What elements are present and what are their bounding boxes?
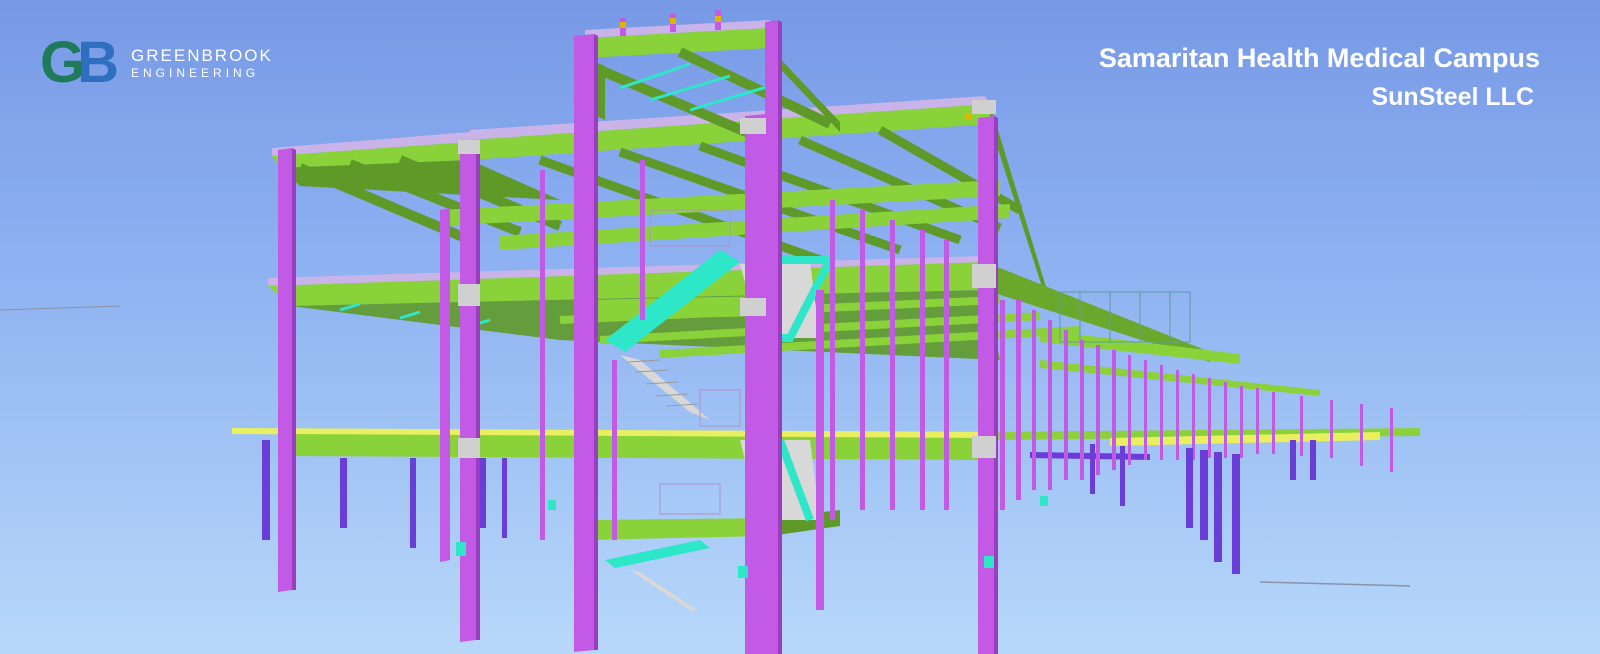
steel-model-render: GB GREENBROOK ENGINEERING Samaritan Heal…: [0, 0, 1600, 654]
project-title-block: Samaritan Health Medical Campus SunSteel…: [1099, 38, 1540, 116]
logo-letter-g: G: [40, 30, 85, 95]
logo-letter-b: B: [77, 30, 119, 95]
project-subtitle: SunSteel LLC: [1371, 83, 1534, 111]
logo-mark-icon: GB: [40, 34, 119, 92]
horizon-line-right: [1259, 581, 1411, 587]
project-title: Samaritan Health Medical Campus: [1098, 43, 1540, 73]
logo-line-1: GREENBROOK: [131, 46, 273, 65]
company-logo: GB GREENBROOK ENGINEERING: [40, 34, 273, 92]
horizon-line-left: [0, 305, 121, 311]
logo-wordmark: GREENBROOK ENGINEERING: [131, 46, 273, 80]
logo-line-2: ENGINEERING: [131, 66, 260, 80]
